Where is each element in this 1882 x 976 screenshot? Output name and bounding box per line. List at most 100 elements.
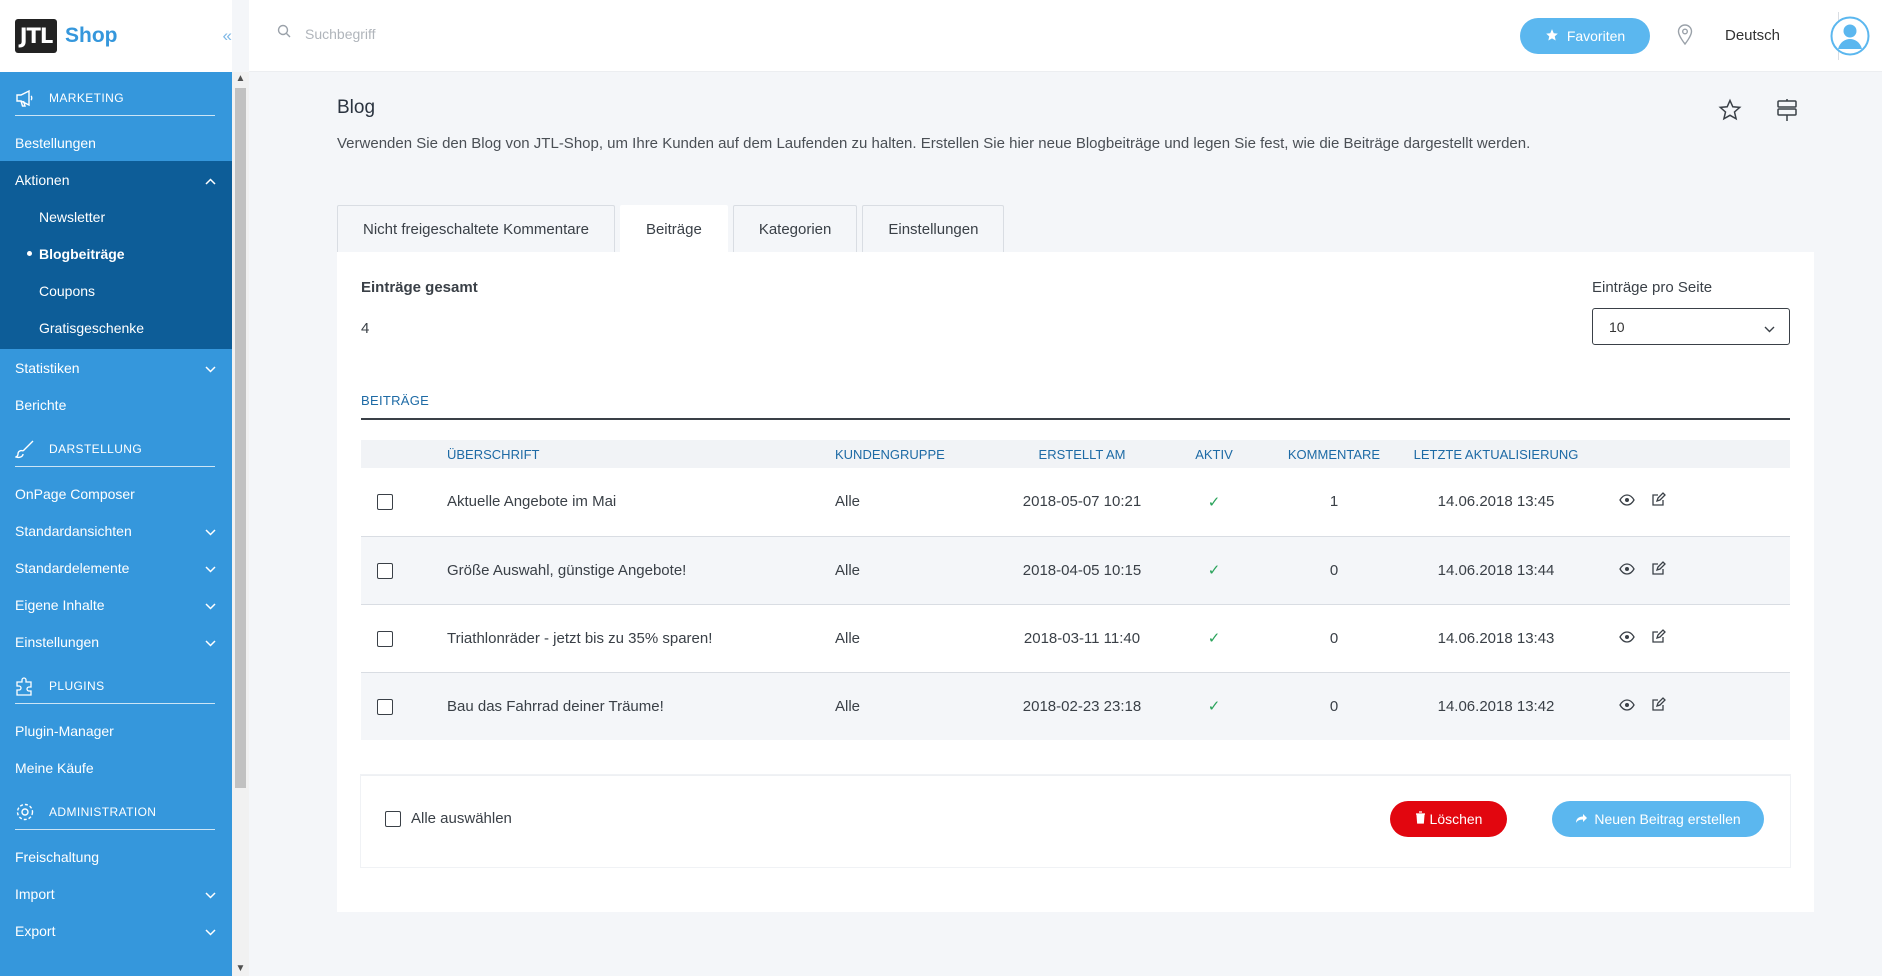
per-page-select[interactable]: 10 — [1592, 308, 1790, 345]
user-avatar-icon[interactable] — [1830, 16, 1870, 56]
sidebar-item-label: Meine Käufe — [15, 759, 94, 776]
header-ueberschrift[interactable]: ÜBERSCHRIFT — [447, 440, 835, 468]
megaphone-icon — [15, 88, 35, 108]
trash-icon — [1415, 811, 1426, 827]
post-active-check-icon: ✓ — [1207, 630, 1221, 647]
sidebar-item-label: Freischaltung — [15, 848, 100, 865]
header-letzte-aktualisierung[interactable]: LETZTE AKTUALISIERUNG — [1391, 440, 1601, 468]
collapse-sidebar-icon[interactable]: « — [223, 26, 232, 46]
sidebar-subitem-coupons[interactable]: Coupons — [0, 272, 232, 309]
search-input[interactable] — [305, 25, 605, 42]
sidebar-item-bestellungen[interactable]: Bestellungen — [0, 124, 232, 161]
brush-icon — [15, 439, 35, 459]
post-updated: 14.06.2018 13:45 — [1437, 493, 1555, 511]
shop-logo-text: Shop — [65, 24, 118, 47]
row-checkbox[interactable] — [377, 562, 393, 579]
sidebar-item-label: Einstellungen — [15, 633, 100, 650]
table-row: Bau das Fahrrad deiner Träume! Alle 2018… — [361, 672, 1790, 740]
delete-label: Löschen — [1429, 811, 1483, 827]
scroll-up-arrow-icon[interactable]: ▲ — [232, 72, 249, 86]
row-checkbox[interactable] — [377, 698, 393, 715]
sidebar-item-meine-kaeufe[interactable]: Meine Käufe — [0, 749, 232, 786]
edit-icon[interactable] — [1651, 492, 1666, 511]
edit-icon[interactable] — [1651, 696, 1666, 716]
scrollbar-thumb[interactable] — [235, 88, 246, 788]
row-checkbox[interactable] — [377, 494, 393, 511]
chevron-down-icon — [1764, 320, 1775, 336]
header-aktiv[interactable]: AKTIV — [1151, 440, 1277, 468]
sidebar-scrollbar[interactable]: ▲ ▼ — [232, 72, 249, 976]
eye-icon[interactable] — [1619, 698, 1635, 715]
location-pin-icon[interactable] — [1677, 24, 1693, 51]
tab-bar: Nicht freigeschaltete Kommentare Beiträg… — [337, 205, 1005, 253]
eye-icon[interactable] — [1619, 493, 1635, 510]
signpost-icon[interactable] — [1776, 98, 1798, 127]
row-checkbox[interactable] — [377, 630, 393, 647]
tab-einstellungen[interactable]: Einstellungen — [862, 205, 1005, 253]
chevron-down-icon — [205, 523, 216, 539]
post-updated: 14.06.2018 13:44 — [1437, 561, 1555, 579]
post-created: 2018-03-11 11:40 — [1023, 629, 1141, 647]
sidebar-item-berichte[interactable]: Berichte — [0, 386, 232, 423]
eye-icon[interactable] — [1619, 562, 1635, 579]
section-marketing: MARKETING — [0, 72, 232, 124]
select-all[interactable]: Alle auswählen — [385, 810, 512, 827]
sidebar-item-import[interactable]: Import — [0, 875, 232, 912]
jtl-logo[interactable]: JTL — [15, 19, 57, 53]
chevron-down-icon — [205, 923, 216, 939]
sidebar-item-eigene-inhalte[interactable]: Eigene Inhalte — [0, 586, 232, 623]
edit-icon[interactable] — [1651, 560, 1666, 580]
sidebar-item-standardansichten[interactable]: Standardansichten — [0, 512, 232, 549]
table-header-row: ÜBERSCHRIFT KUNDENGRUPPE ERSTELLT AM AKT… — [361, 440, 1790, 468]
sidebar-item-statistiken[interactable]: Statistiken — [0, 349, 232, 386]
new-post-button[interactable]: Neuen Beitrag erstellen — [1552, 801, 1764, 837]
favorites-button[interactable]: Favoriten — [1520, 18, 1650, 54]
total-entries-value: 4 — [361, 320, 370, 337]
share-arrow-icon — [1575, 811, 1588, 827]
page-title: Blog — [337, 97, 376, 118]
favorite-star-icon[interactable] — [1718, 98, 1742, 127]
post-title: Triathlonräder - jetzt bis zu 35% sparen… — [447, 629, 713, 647]
sidebar-subitem-newsletter[interactable]: Newsletter — [0, 198, 232, 235]
post-customer-group: Alle — [835, 493, 861, 511]
tab-beitraege[interactable]: Beiträge — [619, 205, 728, 253]
sidebar-item-onpage-composer[interactable]: OnPage Composer — [0, 475, 232, 512]
sidebar-item-label: Standardansichten — [15, 522, 132, 539]
section-plugins: PLUGINS — [0, 660, 232, 712]
sidebar-item-freischaltung[interactable]: Freischaltung — [0, 838, 232, 875]
sidebar-subitem-gratisgeschenke[interactable]: Gratisgeschenke — [0, 309, 232, 346]
table-row: Aktuelle Angebote im Mai Alle 2018-05-07… — [361, 468, 1790, 536]
tab-unreleased-comments[interactable]: Nicht freigeschaltete Kommentare — [337, 205, 615, 253]
language-selector[interactable]: Deutsch — [1725, 27, 1780, 44]
sidebar-item-aktionen[interactable]: Aktionen — [0, 161, 232, 198]
sidebar-nav: MARKETING Bestellungen Aktionen Newslett… — [0, 72, 232, 949]
aktionen-submenu: Newsletter Blogbeiträge Coupons Gratisge… — [0, 198, 232, 349]
section-label: MARKETING — [49, 91, 124, 105]
sidebar-item-einstellungen[interactable]: Einstellungen — [0, 623, 232, 660]
post-active-check-icon: ✓ — [1207, 493, 1221, 511]
select-all-checkbox[interactable] — [385, 810, 401, 827]
posts-card: Einträge gesamt 4 Einträge pro Seite 10 … — [337, 252, 1814, 912]
header-erstellt-am[interactable]: ERSTELLT AM — [1013, 440, 1151, 468]
sidebar-item-label: Export — [15, 922, 56, 939]
scroll-down-arrow-icon[interactable]: ▼ — [232, 962, 249, 976]
tab-kategorien[interactable]: Kategorien — [732, 205, 858, 253]
active-dot — [27, 251, 32, 256]
header-kommentare[interactable]: KOMMENTARE — [1277, 440, 1391, 468]
search-icon — [277, 24, 291, 43]
delete-button[interactable]: Löschen — [1390, 801, 1507, 837]
chevron-down-icon — [205, 597, 216, 613]
sidebar-item-plugin-manager[interactable]: Plugin-Manager — [0, 712, 232, 749]
chevron-down-icon — [205, 634, 216, 650]
sidebar-item-export[interactable]: Export — [0, 912, 232, 949]
sidebar-subitem-blogbeitraege[interactable]: Blogbeiträge — [0, 235, 232, 272]
sidebar-item-standardelemente[interactable]: Standardelemente — [0, 549, 232, 586]
header-kundengruppe[interactable]: KUNDENGRUPPE — [835, 440, 1013, 468]
eye-icon[interactable] — [1619, 630, 1635, 647]
sidebar: JTL Shop « MARKETING Bestellungen Aktion… — [0, 0, 232, 976]
post-active-check-icon: ✓ — [1207, 698, 1221, 716]
post-created: 2018-05-07 10:21 — [1022, 493, 1142, 511]
post-title: Größe Auswahl, günstige Angebote! — [447, 561, 687, 579]
post-customer-group: Alle — [835, 561, 861, 579]
edit-icon[interactable] — [1651, 628, 1666, 648]
